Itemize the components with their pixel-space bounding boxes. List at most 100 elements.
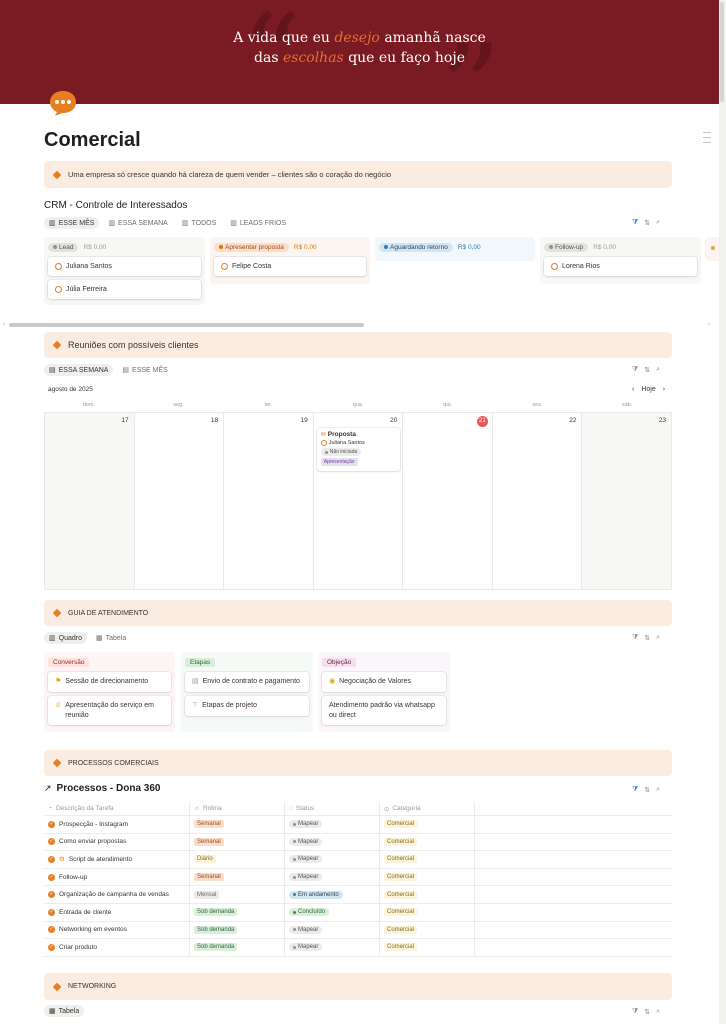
task-cell[interactable]: ✓ Follow-up <box>44 868 190 886</box>
tab-esse-mes[interactable]: ▥ ESSE MÊS <box>44 217 100 229</box>
table-row[interactable]: ✓ Criar produto Sob demanda Mapear Comercial <box>44 939 672 957</box>
status-cell[interactable]: Mapear <box>285 851 380 868</box>
table-row[interactable]: ✓ Organização de campanha de vendas Mensal… <box>44 886 672 904</box>
category-cell[interactable]: Comercial <box>380 816 475 833</box>
tab-essa-semana[interactable]: ▤ ESSA SEMANA <box>44 364 114 376</box>
table-of-contents-icon[interactable] <box>703 132 711 147</box>
calendar-day[interactable]: 18 <box>135 413 225 589</box>
sort-icon[interactable]: ⇅ <box>644 219 650 227</box>
tab-tabela[interactable]: ▦ Tabela <box>91 632 131 644</box>
rotina-cell[interactable]: Semanal <box>190 816 285 833</box>
scrollbar-thumb[interactable] <box>720 2 724 102</box>
prev-week-icon[interactable]: ‹ <box>632 386 634 393</box>
crm-card[interactable]: Juliana Santos <box>48 257 201 276</box>
task-cell[interactable]: ✓ Organização de campanha de vendas <box>44 886 190 903</box>
category-cell[interactable]: Comercial <box>380 886 475 903</box>
calendar-day[interactable]: 20 ✉ Proposta Juliana Santos Não iniciada… <box>314 413 404 589</box>
check-icon: ✓ <box>48 873 55 881</box>
meetings-title[interactable]: Reuniões com possíveis clientes <box>68 340 199 350</box>
calendar-day[interactable]: 17 <box>45 413 135 589</box>
filter-icon[interactable]: ⧩ <box>632 1008 638 1016</box>
task-cell[interactable]: ✓ Como enviar propostas <box>44 833 190 851</box>
crm-title[interactable]: CRM - Controle de Interessados <box>44 200 187 211</box>
rotina-cell[interactable]: Sob demanda <box>190 939 285 956</box>
crm-card[interactable]: Felipe Costa <box>214 257 366 276</box>
tab-essa-semana[interactable]: ▥ ESSA SEMANA <box>103 217 172 229</box>
category-cell[interactable]: Comercial <box>380 868 475 886</box>
table-row[interactable]: ✓ Entrada de cliente Sob demanda Concluído C… <box>44 903 672 922</box>
calendar-day[interactable]: 19 <box>224 413 314 589</box>
status-cell[interactable]: Mapear <box>285 816 380 833</box>
filter-icon[interactable]: ⧩ <box>632 219 638 227</box>
search-icon[interactable]: ⌕ <box>656 634 660 642</box>
guide-title[interactable]: GUIA DE ATENDIMENTO <box>68 610 148 617</box>
calendar-day[interactable]: 23 <box>582 413 672 589</box>
rotina-cell[interactable]: Diário <box>190 851 285 868</box>
today-button[interactable]: Hoje <box>641 386 655 393</box>
networking-callout-text[interactable]: NETWORKING <box>68 983 116 990</box>
sort-icon[interactable]: ⇅ <box>644 634 650 642</box>
next-week-icon[interactable]: › <box>663 386 665 393</box>
task-cell[interactable]: ✓ Entrada de cliente <box>44 903 190 921</box>
sort-icon[interactable]: ⇅ <box>644 366 650 374</box>
rotina-cell[interactable]: Semanal <box>190 833 285 851</box>
guide-card[interactable]: ♕ Apresentação do serviço em reunião <box>48 695 171 726</box>
rotina-cell[interactable]: Sob demanda <box>190 903 285 921</box>
tab-leads-frios[interactable]: ▥ LEADS FRIOS <box>225 217 291 229</box>
rotina-cell[interactable]: Sob demanda <box>190 921 285 939</box>
page-title[interactable]: Comercial <box>44 129 141 152</box>
search-icon[interactable]: ⌕ <box>656 219 660 227</box>
category-cell[interactable]: Comercial <box>380 851 475 868</box>
task-cell[interactable]: ✓ Prospecção - Instagram <box>44 816 190 833</box>
category-cell[interactable]: Comercial <box>380 903 475 921</box>
speech-bubble-icon[interactable] <box>48 89 78 117</box>
filter-icon[interactable]: ⧩ <box>632 786 638 794</box>
sort-icon[interactable]: ⇅ <box>644 786 650 794</box>
scroll-right-icon[interactable]: › <box>708 322 710 328</box>
sort-icon[interactable]: ⇅ <box>644 1008 650 1016</box>
tab-quadro[interactable]: ▥ Quadro <box>44 632 87 644</box>
calendar-day[interactable]: 22 <box>493 413 583 589</box>
tab-esse-mes[interactable]: ▤ ESSE MÊS <box>117 364 172 376</box>
filter-icon[interactable]: ⧩ <box>632 634 638 642</box>
search-icon[interactable]: ⌕ <box>656 1008 660 1016</box>
crm-card[interactable]: Lorena Rios <box>544 257 697 276</box>
tab-tabela[interactable]: ▦ Tabela <box>44 1005 85 1017</box>
table-row[interactable]: ✓ ⚙ Script de atendimento Diário Mapear Comer… <box>44 851 672 869</box>
rotina-cell[interactable]: Semanal <box>190 868 285 886</box>
meeting-event-card[interactable]: ✉ Proposta Juliana Santos Não iniciada Ap… <box>316 428 400 471</box>
rotina-cell[interactable]: Mensal <box>190 886 285 903</box>
status-cell[interactable]: Mapear <box>285 939 380 956</box>
scroll-left-icon[interactable]: ‹ <box>3 322 5 328</box>
page-scrollbar[interactable] <box>719 0 726 1024</box>
table-row[interactable]: ✓ Como enviar propostas Semanal Mapear Comer… <box>44 833 672 852</box>
tab-todos[interactable]: ▥ TODOS <box>177 217 221 229</box>
status-cell[interactable]: Em andamento <box>285 886 380 903</box>
status-cell[interactable]: Mapear <box>285 868 380 886</box>
category-cell[interactable]: Comercial <box>380 939 475 956</box>
guide-card[interactable]: ⊤ Etapas de projeto <box>185 695 309 716</box>
search-icon[interactable]: ⌕ <box>656 366 660 374</box>
search-icon[interactable]: ⌕ <box>656 786 660 794</box>
table-row[interactable]: ✓ Follow-up Semanal Mapear Comercial <box>44 868 672 887</box>
guide-card[interactable]: ▤ Envio de contrato e pagamento <box>185 672 309 692</box>
processes-callout-text[interactable]: PROCESSOS COMERCIAIS <box>68 760 159 767</box>
guide-card[interactable]: ⚑ Sessão de direcionamento <box>48 672 171 692</box>
status-cell[interactable]: Mapear <box>285 921 380 939</box>
board-horizontal-scrollbar[interactable] <box>9 323 364 327</box>
status-cell[interactable]: Mapear <box>285 833 380 851</box>
status-cell[interactable]: Concluído <box>285 903 380 921</box>
filter-icon[interactable]: ⧩ <box>632 366 638 374</box>
table-row[interactable]: ✓ Networking em eventos Sob demanda Mapear C… <box>44 921 672 940</box>
guide-card[interactable]: Atendimento padrão via whatsapp ou direc… <box>322 695 446 726</box>
category-cell[interactable]: Comercial <box>380 921 475 939</box>
task-cell[interactable]: ✓ Criar produto <box>44 939 190 956</box>
guide-card[interactable]: ◉ Negociação de Valores <box>322 672 446 692</box>
task-cell[interactable]: ✓ ⚙ Script de atendimento <box>44 851 190 868</box>
crm-card[interactable]: Júlia Ferreira <box>48 280 201 299</box>
category-cell[interactable]: Comercial <box>380 833 475 851</box>
processes-title[interactable]: ↗ Processos - Dona 360 <box>44 783 160 794</box>
calendar-day[interactable]: 21 <box>403 413 493 589</box>
task-cell[interactable]: ✓ Networking em eventos <box>44 921 190 939</box>
table-row[interactable]: ✓ Prospecção - Instagram Semanal Mapear Come… <box>44 816 672 834</box>
